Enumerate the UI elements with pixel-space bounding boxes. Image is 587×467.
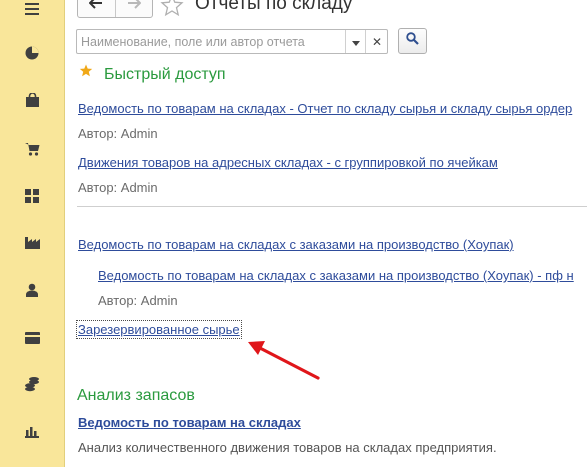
search-icon xyxy=(406,32,419,50)
coins-icon[interactable] xyxy=(0,364,64,404)
quick-access-title: Быстрый доступ xyxy=(104,66,226,83)
menu-icon[interactable] xyxy=(0,0,64,29)
report-author: Автор: Admin xyxy=(98,293,178,308)
search-input[interactable] xyxy=(77,30,341,53)
report-link[interactable]: Движения товаров на адресных складах - с… xyxy=(78,155,498,170)
report-link[interactable]: Ведомость по товарам на складах с заказа… xyxy=(98,268,574,283)
person-icon[interactable] xyxy=(0,270,64,310)
report-link[interactable]: Ведомость по товарам на складах - Отчет … xyxy=(78,101,572,116)
page-title: Отчеты по складу xyxy=(195,0,353,14)
report-link[interactable]: Ведомость по товарам на складах xyxy=(78,415,301,430)
clear-search-button[interactable]: ✕ xyxy=(365,30,388,53)
chevron-down-icon xyxy=(352,33,360,51)
grid-icon[interactable] xyxy=(0,176,64,216)
navigation-buttons xyxy=(77,0,153,18)
cart-icon[interactable] xyxy=(0,129,64,169)
search-field: ✕ xyxy=(76,29,388,54)
sidebar xyxy=(0,0,65,467)
report-description: Анализ количественного движения товаров … xyxy=(78,440,497,455)
stock-analysis-title: Анализ запасов xyxy=(77,387,195,404)
back-button[interactable] xyxy=(78,0,115,17)
favorites-star-icon xyxy=(79,64,93,82)
factory-icon[interactable] xyxy=(0,222,64,262)
report-group-link[interactable]: Ведомость по товарам на складах с заказа… xyxy=(78,237,514,252)
report-author: Автор: Admin xyxy=(78,126,158,141)
annotation-arrow xyxy=(248,341,320,380)
search-button[interactable] xyxy=(398,28,427,54)
arrow-left-icon xyxy=(88,0,103,14)
shopping-bag-icon[interactable] xyxy=(0,80,64,120)
report-author: Автор: Admin xyxy=(78,180,158,195)
search-dropdown-button[interactable] xyxy=(345,30,366,53)
bar-chart-icon[interactable] xyxy=(0,411,64,451)
star-outline-icon[interactable] xyxy=(160,0,184,22)
card-icon[interactable] xyxy=(0,318,64,358)
divider xyxy=(77,206,587,207)
close-icon: ✕ xyxy=(371,34,383,49)
forward-button[interactable] xyxy=(114,0,153,17)
reserved-materials-link[interactable]: Зарезервированное сырье xyxy=(76,320,242,339)
pie-chart-icon[interactable] xyxy=(0,33,64,73)
arrow-right-icon xyxy=(127,0,142,14)
